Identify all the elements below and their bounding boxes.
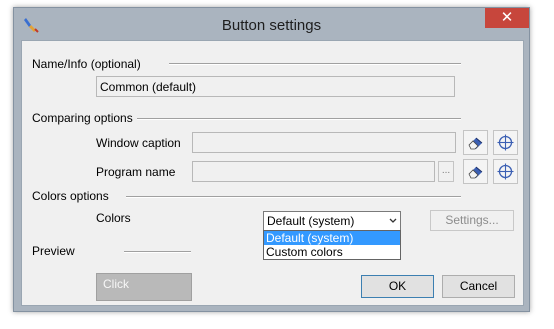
crosshair-icon: [497, 134, 514, 151]
eraser-icon: [468, 166, 483, 179]
cancel-button[interactable]: Cancel: [442, 275, 515, 298]
eraser-button[interactable]: [463, 159, 488, 184]
name-info-field[interactable]: Common (default): [96, 76, 455, 97]
settings-button[interactable]: Settings...: [430, 210, 514, 231]
window-title: Button settings: [221, 17, 322, 34]
eraser-icon: [468, 137, 483, 150]
window-caption-field[interactable]: [192, 132, 456, 153]
dropdown-option-default[interactable]: Default (system): [264, 231, 400, 245]
preview-button: Click: [96, 273, 192, 301]
colors-select-value: Default (system): [267, 214, 355, 228]
colors-options-label: Colors options: [32, 189, 109, 203]
close-icon: ✕: [500, 9, 514, 26]
crosshair-button[interactable]: [493, 159, 518, 184]
dialog-window: Button settings ✕ Name/Info (optional) C…: [13, 7, 530, 312]
eraser-button[interactable]: [463, 130, 488, 155]
colors-dropdown-list: Default (system) Custom colors: [263, 230, 401, 260]
ok-button[interactable]: OK: [361, 275, 434, 298]
section-divider: [169, 63, 461, 65]
colors-select[interactable]: Default (system): [263, 211, 401, 231]
comparing-options-label: Comparing options: [32, 111, 133, 125]
section-divider: [126, 196, 461, 198]
colors-label: Colors: [96, 211, 131, 225]
close-button[interactable]: ✕: [485, 8, 529, 28]
crosshair-icon: [497, 163, 514, 180]
title-bar[interactable]: Button settings ✕: [14, 8, 529, 40]
program-name-label: Program name: [96, 165, 176, 179]
dropdown-option-custom[interactable]: Custom colors: [264, 245, 400, 259]
section-divider: [137, 118, 461, 120]
crosshair-button[interactable]: [493, 130, 518, 155]
browse-button[interactable]: ...: [438, 161, 454, 182]
window-caption-label: Window caption: [96, 136, 181, 150]
name-info-label: Name/Info (optional): [32, 57, 141, 71]
preview-label: Preview: [32, 244, 75, 258]
program-name-field[interactable]: [192, 161, 435, 182]
section-divider: [124, 251, 191, 253]
dialog-content: Name/Info (optional) Common (default) Co…: [21, 40, 524, 306]
chevron-down-icon: [389, 218, 397, 223]
